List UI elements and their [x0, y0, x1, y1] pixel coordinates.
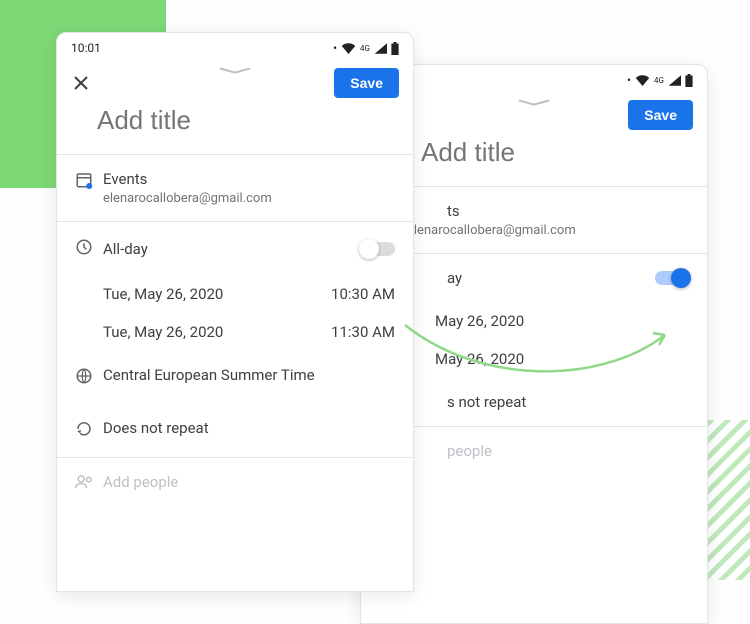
start-time[interactable]: 10:30 AM	[315, 285, 395, 303]
calendar-icon	[75, 170, 103, 193]
save-button[interactable]: Save	[334, 68, 399, 98]
allday-label: All-day	[103, 240, 361, 258]
signal-icon	[668, 75, 681, 86]
close-icon	[73, 75, 89, 91]
wifi-icon	[341, 43, 356, 54]
calendar-name: Events	[103, 170, 395, 188]
globe-icon	[75, 366, 103, 389]
allday-toggle-off[interactable]	[361, 242, 395, 256]
timezone-row[interactable]: Central European Summer Time	[57, 351, 413, 404]
repeat-label: s not repeat	[407, 393, 689, 411]
calendar-row[interactable]: Events elenarocallobera@gmail.com	[57, 155, 413, 221]
dot-icon: •	[627, 73, 631, 87]
add-people-row[interactable]: Add people	[57, 458, 413, 509]
end-time[interactable]: 11:30 AM	[315, 323, 395, 341]
dot-icon: •	[333, 41, 337, 55]
battery-icon	[685, 74, 693, 87]
people-icon	[75, 473, 103, 494]
status-icons: • 4G	[333, 41, 399, 55]
status-icons: • 4G	[627, 73, 693, 87]
add-people-label: Add people	[103, 473, 395, 491]
end-row[interactable]: Tue, May 26, 2020 11:30 AM	[57, 313, 413, 351]
network-label: 4G	[360, 44, 370, 53]
phone-front: 10:01 • 4G Save Events elenarocallobera@…	[56, 32, 414, 592]
network-label: 4G	[654, 76, 664, 85]
save-button[interactable]: Save	[628, 100, 693, 130]
clock-icon	[75, 237, 103, 260]
start-row[interactable]: Tue, May 26, 2020 10:30 AM	[57, 275, 413, 313]
add-people-label: people	[407, 442, 689, 460]
grabber-icon[interactable]	[216, 67, 254, 75]
start-date[interactable]: Tue, May 26, 2020	[103, 285, 315, 303]
calendar-email: elenarocallobera@gmail.com	[407, 223, 689, 238]
close-button[interactable]	[71, 73, 91, 93]
timezone-label: Central European Summer Time	[103, 366, 395, 384]
battery-icon	[391, 42, 399, 55]
statusbar: 10:01 • 4G	[57, 33, 413, 63]
calendar-email: elenarocallobera@gmail.com	[103, 191, 395, 206]
repeat-label: Does not repeat	[103, 419, 395, 437]
allday-row[interactable]: All-day	[57, 222, 413, 275]
status-time: 10:01	[71, 41, 101, 55]
wifi-icon	[635, 75, 650, 86]
title-input[interactable]	[97, 103, 413, 154]
repeat-icon	[75, 419, 103, 442]
end-date: May 26, 2020	[407, 350, 689, 368]
signal-icon	[374, 43, 387, 54]
allday-toggle-on[interactable]	[655, 271, 689, 285]
repeat-row[interactable]: Does not repeat	[57, 404, 413, 457]
start-date: May 26, 2020	[407, 312, 689, 330]
grabber-icon[interactable]	[515, 99, 553, 107]
end-date[interactable]: Tue, May 26, 2020	[103, 323, 315, 341]
title-input[interactable]	[421, 135, 708, 186]
